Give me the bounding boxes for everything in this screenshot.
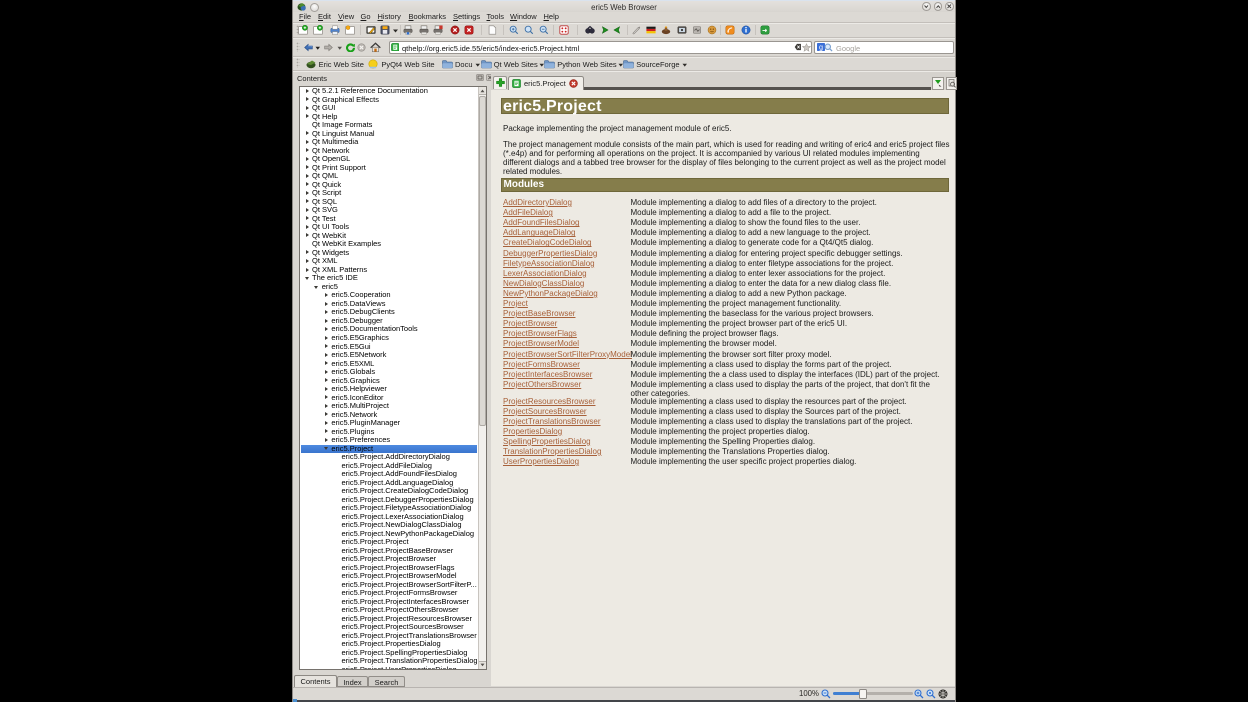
svg-text:g: g — [819, 43, 823, 51]
